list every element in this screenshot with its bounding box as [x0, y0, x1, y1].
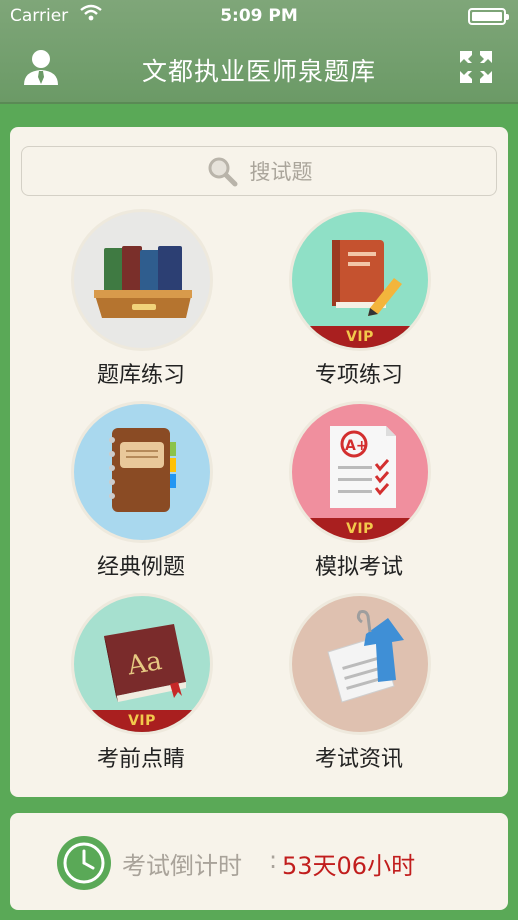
- status-bar: Carrier 5:09 PM: [0, 0, 518, 34]
- tile-exam-news[interactable]: 考试资讯: [279, 593, 439, 773]
- tile-label: 题库练习: [96, 363, 185, 388]
- tile-label: 经典例题: [96, 555, 185, 580]
- tile-circle: Aa VIP: [71, 593, 213, 735]
- tile-circle: [289, 593, 431, 735]
- search-icon: [208, 157, 237, 187]
- tile-special-practice[interactable]: VIP 专项练习: [279, 209, 439, 389]
- tile-label: 考试资讯: [314, 747, 403, 772]
- battery-icon: [468, 8, 509, 25]
- top-bar: Carrier 5:09 PM 文都执业医师泉题库: [0, 0, 518, 104]
- vip-badge: VIP: [292, 326, 428, 348]
- tile-circle: [71, 209, 213, 351]
- tile-circle: VIP: [289, 209, 431, 351]
- search-input[interactable]: 搜试题: [21, 146, 497, 196]
- page-title: 文都执业医师泉题库: [141, 57, 376, 86]
- vip-badge: VIP: [74, 710, 210, 732]
- tile-pre-exam-tips[interactable]: Aa VIP 考前点睛: [61, 593, 221, 773]
- document-arrow-icon: [327, 610, 404, 703]
- vip-badge: VIP: [292, 518, 428, 540]
- countdown-separator: :: [269, 846, 278, 874]
- countdown-label: 考试倒计时: [122, 852, 242, 880]
- books-tray-icon: [94, 246, 192, 318]
- tile-circle: [71, 401, 213, 543]
- svg-text:Aa: Aa: [124, 646, 164, 682]
- countdown-value: 53天06小时: [282, 852, 416, 880]
- search-placeholder: 搜试题: [249, 160, 313, 184]
- exam-countdown-bar: 考试倒计时 : 53天06小时: [10, 813, 508, 910]
- clock-icon: [57, 836, 111, 890]
- tile-circle: A+ VIP: [289, 401, 431, 543]
- tile-label: 考前点睛: [96, 747, 185, 772]
- grid-icon[interactable]: [458, 49, 494, 85]
- clock-time: 5:09 PM: [220, 6, 298, 26]
- tile-label: 专项练习: [314, 363, 403, 388]
- svg-text:A+: A+: [345, 438, 368, 454]
- tile-mock-exam[interactable]: A+ VIP 模拟考试: [279, 401, 439, 581]
- menu-card: 搜试题 题库练习 VIP 专项练习 经典例题 A+ VIP 模拟考试 Aa VI…: [10, 127, 508, 797]
- tile-question-bank[interactable]: 题库练习: [61, 209, 221, 389]
- tile-classic-examples[interactable]: 经典例题: [61, 401, 221, 581]
- tile-label: 模拟考试: [314, 555, 403, 580]
- notebook-icon: [109, 428, 176, 512]
